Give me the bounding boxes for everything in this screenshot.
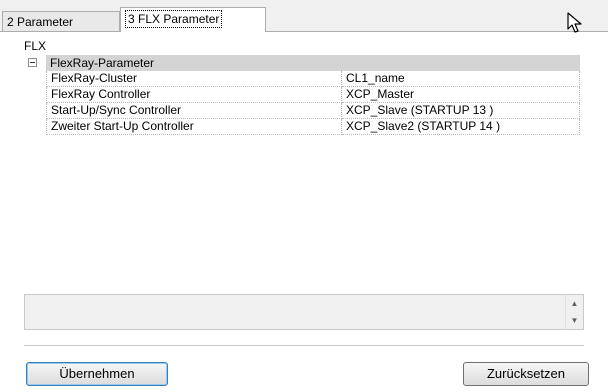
property-name: FlexRay-Cluster — [46, 71, 342, 87]
group-label: FLX — [24, 39, 47, 53]
property-grid: FlexRay-Parameter FlexRay-Cluster CL1_na… — [24, 55, 580, 151]
category-label: FlexRay-Parameter — [46, 55, 580, 71]
tab-2-parameter[interactable]: 2 Parameter — [2, 11, 120, 31]
category-row[interactable]: FlexRay-Parameter — [24, 55, 580, 71]
description-scrollbar[interactable]: ▲ ▼ — [565, 295, 583, 329]
divider — [24, 345, 584, 346]
tab-strip: 2 Parameter 3 FLX Parameter — [0, 7, 608, 32]
collapse-icon[interactable] — [28, 58, 37, 67]
tab-label: 3 FLX Parameter — [125, 10, 223, 28]
property-row-flexray-controller[interactable]: FlexRay Controller XCP_Master — [24, 87, 580, 103]
tab-label: 2 Parameter — [7, 15, 74, 29]
scroll-down-icon[interactable]: ▼ — [566, 312, 583, 329]
property-row-startup-sync-controller[interactable]: Start-Up/Sync Controller XCP_Slave (STAR… — [24, 103, 580, 119]
property-value[interactable]: CL1_name — [342, 71, 580, 87]
reset-button[interactable]: Zurücksetzen — [463, 362, 589, 386]
property-value[interactable]: XCP_Slave2 (STARTUP 14 ) — [342, 119, 580, 135]
tab-3-flx-parameter[interactable]: 3 FLX Parameter — [120, 7, 266, 32]
description-box: ▲ ▼ — [24, 294, 584, 330]
scroll-up-icon[interactable]: ▲ — [566, 295, 583, 312]
property-value[interactable]: XCP_Master — [342, 87, 580, 103]
apply-button[interactable]: Übernehmen — [26, 362, 168, 386]
property-value[interactable]: XCP_Slave (STARTUP 13 ) — [342, 103, 580, 119]
property-name: Start-Up/Sync Controller — [46, 103, 342, 119]
property-name: Zweiter Start-Up Controller — [46, 119, 342, 135]
property-name: FlexRay Controller — [46, 87, 342, 103]
property-row-second-startup-controller[interactable]: Zweiter Start-Up Controller XCP_Slave2 (… — [24, 119, 580, 135]
mouse-pointer-icon — [567, 12, 582, 33]
property-row-flexray-cluster[interactable]: FlexRay-Cluster CL1_name — [24, 71, 580, 87]
